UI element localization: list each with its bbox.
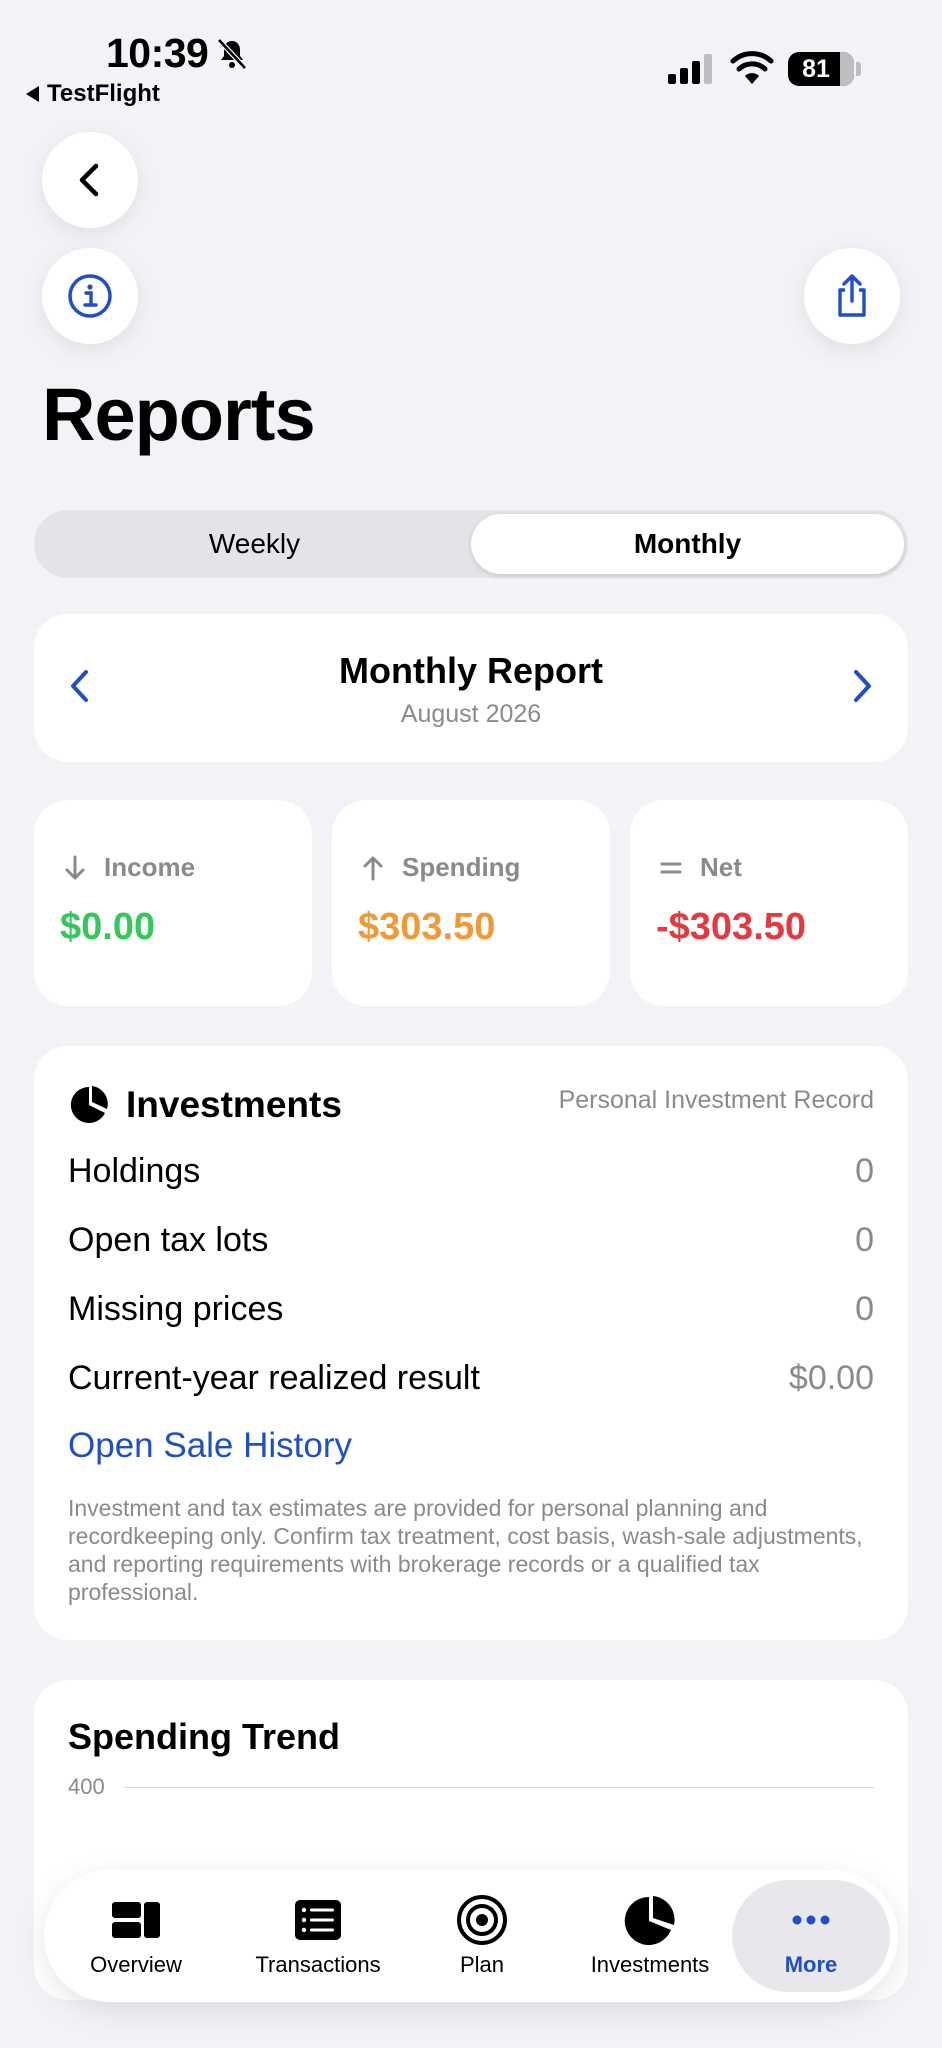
- trend-gridline: [124, 1787, 874, 1788]
- investment-disclaimer: Investment and tax estimates are provide…: [68, 1495, 863, 1605]
- equals-icon: [660, 862, 682, 873]
- net-card: Net -$303.50: [630, 800, 908, 1006]
- holdings-label: Holdings: [68, 1152, 201, 1190]
- spending-value: $303.50: [358, 906, 496, 948]
- transactions-icon: [295, 1900, 341, 1940]
- holdings-row: Holdings 0: [68, 1152, 874, 1191]
- overview-icon: [112, 1902, 160, 1938]
- segment-weekly[interactable]: Weekly: [38, 514, 471, 574]
- tab-transactions-label: Transactions: [255, 1952, 381, 1977]
- battery-indicator: 81: [788, 52, 854, 86]
- ellipsis-icon: [792, 1915, 830, 1925]
- missing-prices-row: Missing prices 0: [68, 1290, 874, 1329]
- tab-more-label: More: [784, 1952, 838, 1977]
- report-period: August 2026: [400, 700, 542, 728]
- tab-overview[interactable]: Overview: [66, 1870, 206, 2002]
- battery-level: 81: [802, 54, 830, 83]
- segment-monthly[interactable]: Monthly: [471, 514, 904, 574]
- realized-result-value: $0.00: [788, 1359, 874, 1397]
- share-icon: [838, 274, 866, 317]
- report-period-segmented-control[interactable]: Weekly Monthly: [34, 510, 908, 578]
- holdings-value: 0: [855, 1152, 874, 1190]
- realized-result-label: Current-year realized result: [68, 1359, 480, 1397]
- spending-label: Spending: [402, 852, 521, 882]
- tab-investments[interactable]: Investments: [570, 1870, 730, 2002]
- back-to-app-button[interactable]: TestFlight: [26, 80, 160, 108]
- investments-card: Investments Personal Investment Record H…: [34, 1046, 908, 1640]
- spending-trend-title: Spending Trend: [68, 1716, 341, 1757]
- tab-plan-label: Plan: [459, 1952, 505, 1977]
- realized-result-row: Current-year realized result $0.00: [68, 1359, 874, 1398]
- page-title: Reports: [42, 373, 316, 456]
- income-value: $0.00: [60, 906, 156, 948]
- open-tax-lots-value: 0: [855, 1221, 874, 1259]
- status-time: 10:39: [106, 30, 209, 76]
- pie-chart-icon: [624, 1896, 675, 1945]
- income-label: Income: [104, 852, 196, 882]
- back-button[interactable]: [42, 132, 138, 228]
- missing-prices-value: 0: [855, 1290, 874, 1328]
- report-title: Monthly Report: [339, 650, 603, 691]
- income-card: Income $0.00: [34, 800, 312, 1006]
- missing-prices-label: Missing prices: [68, 1290, 284, 1328]
- open-sale-history-link[interactable]: Open Sale History: [68, 1426, 352, 1466]
- net-value: -$303.50: [656, 906, 807, 948]
- bell-slash-icon: [217, 38, 247, 70]
- cellular-signal-icon: [668, 54, 712, 84]
- tab-bar: Overview Transactions Plan Investments M…: [44, 1870, 898, 2002]
- share-button[interactable]: [804, 248, 900, 344]
- arrow-down-icon: [65, 855, 85, 879]
- back-triangle-icon: [26, 86, 39, 102]
- next-period-button[interactable]: [848, 664, 878, 708]
- investments-title: Investments: [126, 1084, 342, 1125]
- arrow-up-icon: [363, 856, 383, 880]
- open-tax-lots-row: Open tax lots 0: [68, 1221, 874, 1260]
- tab-plan[interactable]: Plan: [432, 1870, 532, 2002]
- tab-transactions[interactable]: Transactions: [230, 1870, 406, 2002]
- open-tax-lots-label: Open tax lots: [68, 1221, 269, 1259]
- info-icon: [68, 274, 112, 318]
- wifi-icon: [730, 51, 774, 84]
- battery-tip: [856, 62, 861, 76]
- tab-more[interactable]: More: [732, 1880, 890, 1992]
- spending-card: Spending $303.50: [332, 800, 610, 1006]
- trend-axis-label: 400: [68, 1774, 105, 1799]
- chevron-left-icon: [79, 163, 99, 197]
- net-label: Net: [700, 852, 742, 882]
- investment-record-label: Personal Investment Record: [558, 1086, 874, 1114]
- tab-investments-label: Investments: [590, 1952, 710, 1977]
- tab-overview-label: Overview: [90, 1952, 182, 1977]
- target-icon: [457, 1895, 507, 1945]
- back-app-label: TestFlight: [47, 80, 160, 107]
- report-period-card: Monthly Report August 2026: [34, 614, 908, 762]
- info-button[interactable]: [42, 248, 138, 344]
- pie-chart-icon: [70, 1086, 108, 1123]
